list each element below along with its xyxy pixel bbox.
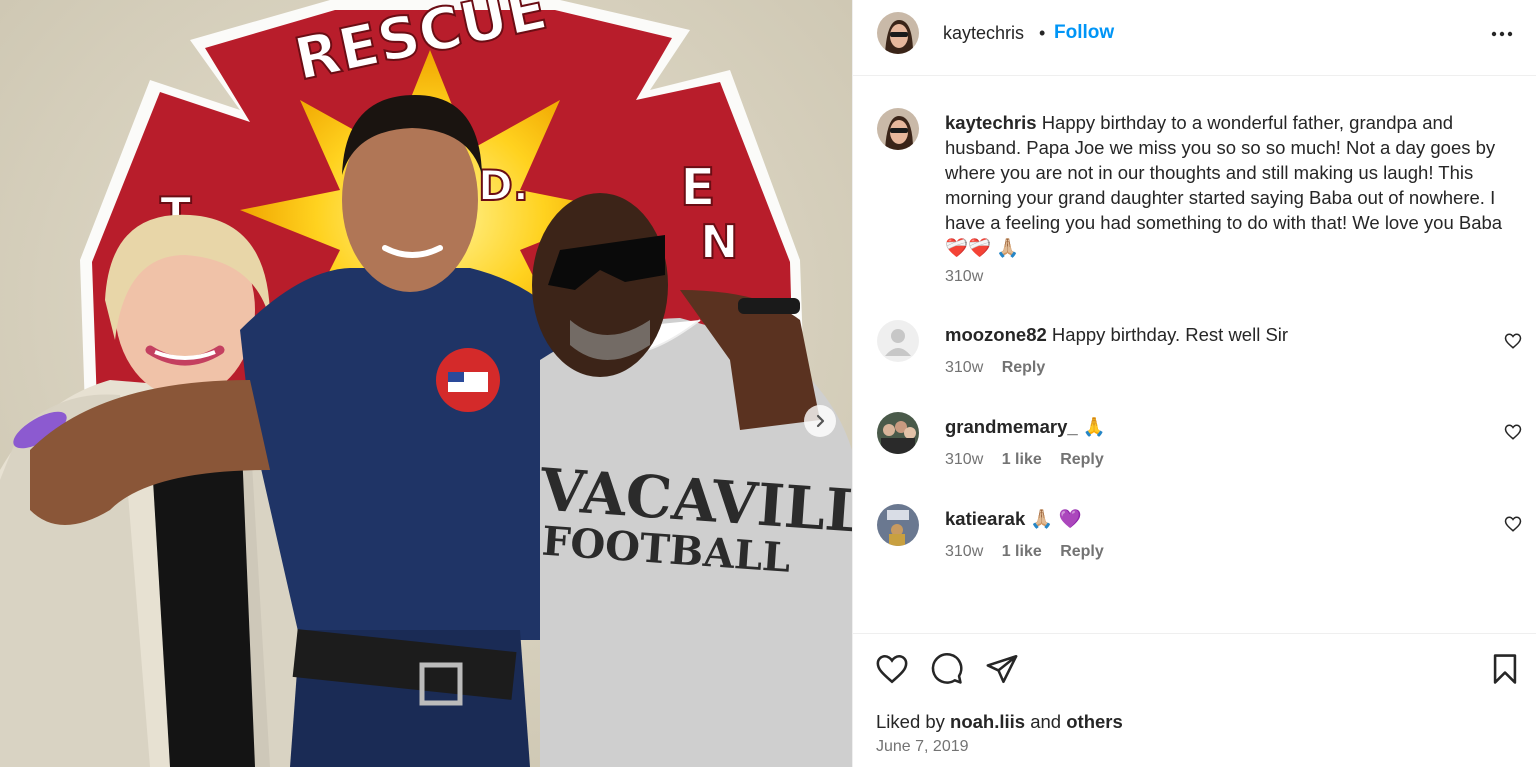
comment-username[interactable]: moozone82 — [945, 324, 1047, 345]
comment-time[interactable]: 310w — [945, 451, 983, 468]
liked-by: Liked by noah.liis and others — [876, 711, 1123, 733]
post-date[interactable]: June 7, 2019 — [876, 738, 969, 756]
post-photo[interactable]: RESCUE E N T D. VACAVILLE FOOTBALL — [0, 0, 852, 767]
caption-time[interactable]: 310w — [945, 268, 983, 285]
post-header: kaytechris • Follow — [853, 0, 1536, 76]
comment-body: 🙏 — [1082, 416, 1106, 437]
post-side-panel: kaytechris • Follow kaytechris Happy bir… — [852, 0, 1536, 767]
more-options-icon — [1491, 31, 1513, 37]
comment-body: 🙏🏼 💜 — [1030, 508, 1082, 529]
comment-text-row: katiearak 🙏🏼 💜 — [945, 508, 1082, 530]
comment-avatar[interactable] — [877, 412, 919, 454]
profile-photo-icon — [877, 12, 919, 54]
send-icon — [986, 654, 1018, 684]
reply-button[interactable]: Reply — [1002, 359, 1046, 376]
comment-body: Happy birthday. Rest well Sir — [1051, 324, 1289, 345]
separator-dot: • — [1039, 23, 1046, 43]
heart-icon — [876, 654, 908, 684]
more-options-button[interactable] — [1489, 24, 1515, 44]
liked-by-user[interactable]: noah.liis — [950, 711, 1025, 732]
comment-text-row: moozone82 Happy birthday. Rest well Sir — [945, 324, 1288, 346]
follow-button[interactable]: Follow — [1054, 22, 1114, 44]
like-comment-button[interactable] — [1504, 332, 1522, 350]
share-button[interactable] — [985, 652, 1019, 686]
svg-text:D.: D. — [478, 161, 529, 210]
liked-by-others[interactable]: others — [1066, 711, 1123, 732]
like-comment-button[interactable] — [1504, 515, 1522, 533]
group-photo-icon — [877, 412, 919, 454]
post-caption: kaytechris Happy birthday to a wonderful… — [945, 110, 1525, 260]
comment-time[interactable]: 310w — [945, 543, 983, 560]
comment-meta: 310w Reply — [945, 359, 1059, 377]
comment-likes[interactable]: 1 like — [1002, 543, 1042, 560]
caption-username[interactable]: kaytechris — [945, 112, 1037, 133]
comment-likes[interactable]: 1 like — [1002, 451, 1042, 468]
comment-username[interactable]: grandmemary_ — [945, 416, 1078, 437]
comment-text-row: grandmemary_ 🙏 — [945, 416, 1106, 438]
post-author-username[interactable]: kaytechris — [943, 23, 1024, 44]
like-comment-button[interactable] — [1504, 423, 1522, 441]
like-button[interactable] — [875, 652, 909, 686]
heart-icon — [1504, 424, 1522, 440]
comment-button[interactable] — [930, 652, 964, 686]
comment-time[interactable]: 310w — [945, 359, 983, 376]
comment-icon — [931, 652, 963, 684]
post-actions: Liked by noah.liis and others June 7, 20… — [853, 633, 1536, 767]
caption-meta: 310w — [945, 268, 997, 286]
caption-avatar[interactable] — [877, 108, 919, 150]
svg-text:N: N — [700, 215, 739, 269]
liked-by-conj: and — [1030, 711, 1062, 732]
liked-by-prefix: Liked by — [876, 711, 945, 732]
comment-username[interactable]: katiearak — [945, 508, 1025, 529]
heart-icon — [1504, 333, 1522, 349]
comment-avatar[interactable] — [877, 504, 919, 546]
avatar[interactable] — [877, 12, 919, 54]
photo-illustration: RESCUE E N T D. VACAVILLE FOOTBALL — [0, 0, 852, 767]
svg-text:E: E — [680, 158, 716, 218]
caption-text: Happy birthday to a wonderful father, gr… — [945, 112, 1503, 258]
profile-photo-icon — [877, 504, 919, 546]
chevron-right-icon — [816, 414, 825, 428]
comment-meta: 310w 1 like Reply — [945, 451, 1118, 469]
comment-avatar[interactable] — [877, 320, 919, 362]
heart-icon — [1504, 516, 1522, 532]
bookmark-icon — [1493, 654, 1517, 684]
comment-meta: 310w 1 like Reply — [945, 543, 1118, 561]
reply-button[interactable]: Reply — [1060, 451, 1104, 468]
save-button[interactable] — [1488, 652, 1522, 686]
default-avatar-icon — [877, 320, 919, 362]
profile-photo-icon — [877, 108, 919, 150]
next-photo-button[interactable] — [804, 405, 836, 437]
reply-button[interactable]: Reply — [1060, 543, 1104, 560]
